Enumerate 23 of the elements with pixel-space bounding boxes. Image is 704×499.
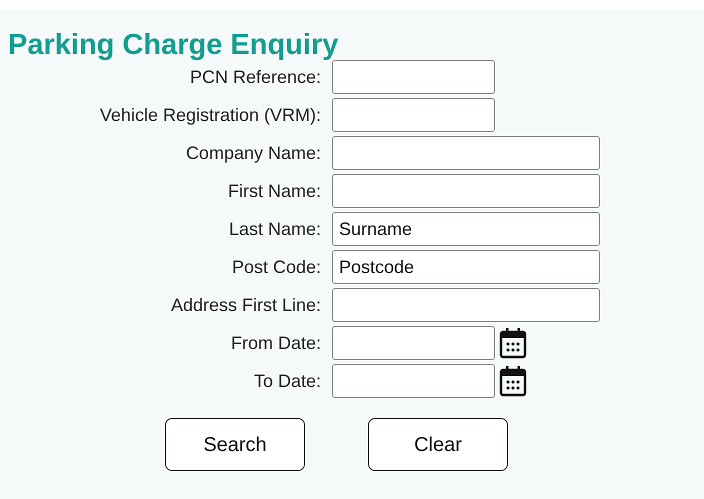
field-label: From Date:	[230, 332, 322, 354]
field-label: Post Code:	[230, 256, 322, 278]
input-field[interactable]: Surname	[332, 212, 600, 246]
input-field[interactable]	[332, 136, 600, 170]
input-field[interactable]: Postcode	[332, 250, 600, 284]
page-title: Parking Charge Enquiry	[8, 28, 340, 62]
input-field[interactable]	[332, 98, 495, 132]
field-label: First Name:	[226, 180, 322, 202]
field-label: Address First Line:	[170, 294, 322, 316]
field-label: Last Name:	[228, 218, 322, 240]
field-label: Company Name:	[184, 142, 322, 165]
field-label: PCN Reference:	[188, 66, 322, 88]
action-button[interactable]: Clear	[368, 418, 508, 471]
field-label: To Date:	[252, 370, 322, 392]
calendar-icon[interactable]	[499, 364, 527, 398]
action-button[interactable]: Search	[165, 418, 305, 471]
field-label: Vehicle Registration (VRM):	[98, 104, 322, 127]
calendar-icon[interactable]	[499, 326, 527, 360]
input-field[interactable]	[332, 326, 495, 360]
input-field[interactable]	[332, 174, 600, 208]
input-field[interactable]	[332, 60, 495, 94]
input-field[interactable]	[332, 364, 495, 398]
input-field[interactable]	[332, 288, 600, 322]
